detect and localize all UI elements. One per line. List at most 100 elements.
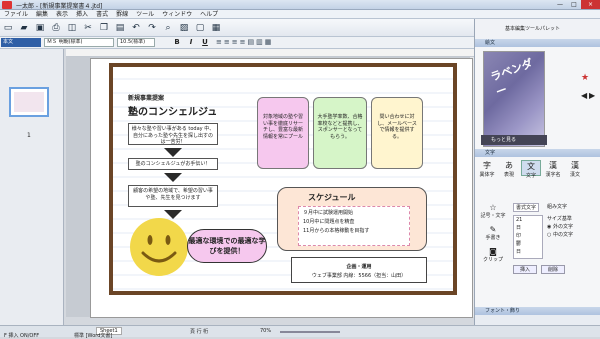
save-icon[interactable]: ▣: [33, 21, 47, 35]
image-section: ラベンダー もっと見る ★ ◀ ▶: [475, 47, 600, 149]
lavender-image-text: ラベンダー: [488, 56, 535, 99]
menu-tools[interactable]: ツール: [132, 10, 158, 19]
document-page[interactable]: 新規事業提案 塾のコンシェルジュ 様々な塾や習い事がある today 中、自分に…: [90, 58, 473, 318]
position-indicator: 頁 行 桁: [190, 329, 209, 335]
table-icon[interactable]: ▦: [209, 21, 223, 35]
smile-message-text: 最適な環境での最適な学びを提供！: [188, 236, 266, 255]
alignment-icons[interactable]: ≡≡≡≡▤▥▦: [216, 38, 316, 47]
copy-icon[interactable]: ❐: [97, 21, 111, 35]
list-item: 鬱: [516, 241, 522, 247]
clip-tool[interactable]: ◙ クリップ: [478, 247, 508, 265]
info-card-sponsor: 大手塾学率数、合格率校などと提携し、スポンサーとなってもらう。: [313, 97, 367, 169]
list-item: 日: [516, 225, 522, 231]
flow-step-2: 塾のコンシェルジュがお手伝い！: [128, 158, 218, 170]
info-card-inquiry-text: 問い合わせに対し、メールベースで情報を提供する。: [377, 114, 417, 140]
text-section-header[interactable]: 文字: [475, 149, 600, 157]
department-label: 企画・運用: [346, 264, 372, 270]
schedule-item: 11月からの本格稼動を目指す: [303, 228, 370, 234]
insert-mode-status: F 挿入 ON/OFF: [4, 333, 40, 339]
next-arrow-icon[interactable]: ▶: [589, 91, 595, 100]
close-button[interactable]: ×: [581, 0, 600, 9]
minimize-button[interactable]: —: [553, 0, 567, 9]
window-title: 一太郎 - [新規事業提案書４.jtd]: [16, 3, 103, 10]
insert-button[interactable]: 挿入: [513, 265, 537, 274]
department-box: 企画・運用 ウェブ事業部 内線：5566（担当：山田）: [291, 257, 427, 283]
inner-char-radio[interactable]: ○ 中の文字: [547, 231, 573, 238]
paste-icon[interactable]: ▤: [113, 21, 127, 35]
frame-icon[interactable]: ▢: [193, 21, 207, 35]
info-card-research: 対象地域の塾や習い事を徹底リサーチし、豊富な最新情報を常にプール: [257, 97, 309, 169]
flow-step-3-text: 顧客の希望の地域で、希望の習い事や塾、先生を見つけます: [133, 188, 213, 201]
delete-button[interactable]: 削除: [541, 265, 565, 274]
menu-edit[interactable]: 編集: [32, 10, 52, 19]
department-detail: ウェブ事業部 内線：5566（担当：山田）: [311, 273, 407, 279]
flow-step-1: 様々な塾や習い事がある today 中、自分にあった塾や先生を探し出すのは一苦労…: [128, 123, 218, 145]
proposal-title: 塾のコンシェルジュ: [128, 107, 218, 118]
menu-format[interactable]: 書式: [92, 10, 112, 19]
size-basis-label: サイズ基準: [547, 216, 572, 222]
menu-file[interactable]: ファイル: [0, 10, 32, 19]
search-icon[interactable]: ⌕: [161, 21, 175, 35]
flow-step-3: 顧客の希望の地域で、希望の習い事や塾、先生を見つけます: [128, 185, 218, 207]
horizontal-ruler: [66, 49, 474, 57]
list-item: 日: [516, 249, 522, 255]
preview-icon[interactable]: ◫: [65, 21, 79, 35]
font-size-select[interactable]: 10.5(標準): [117, 38, 155, 47]
text-tools: 字異体字 あ表現 文文字 漢漢字名 漢漢文: [475, 157, 600, 203]
handwriting-tool[interactable]: ✎ 手書き: [478, 225, 508, 243]
new-document-icon[interactable]: ▭: [1, 21, 15, 35]
star-icon[interactable]: ★: [581, 73, 589, 83]
redo-icon[interactable]: ↷: [145, 21, 159, 35]
text-options: ☆ 記号・文字 ✎ 手書き ◙ クリップ 書式文字 組み文字 サイズ基準 ◉ 外の文字…: [475, 203, 600, 307]
menu-ruled-lines[interactable]: 罫線: [112, 10, 132, 19]
lavender-image[interactable]: ラベンダー: [483, 51, 545, 147]
schedule-box: スケジュール ９月中に試験運用開始 10月中に問題点を精査 11月からの本格稼動…: [277, 187, 427, 251]
style-select[interactable]: 本文: [1, 38, 41, 47]
underline-button[interactable]: U: [200, 38, 210, 47]
standard-toolbar: ▭ ▰ ▣ ⎙ ◫ ✂ ❐ ▤ ↶ ↷ ⌕ ▨ ▢ ▦: [0, 19, 474, 37]
zoom-slider[interactable]: [280, 331, 340, 333]
bold-button[interactable]: B: [172, 38, 182, 47]
smile-message-bubble: 最適な環境での最適な学びを提供！: [187, 229, 267, 263]
schedule-list: ９月中に試験運用開始 10月中に問題点を精査 11月からの本格稼動を目指す: [298, 206, 410, 246]
tab-combined-char[interactable]: 組み文字: [545, 203, 569, 210]
menu-help[interactable]: ヘルプ: [196, 10, 222, 19]
prev-arrow-icon[interactable]: ◀: [581, 91, 587, 100]
info-card-inquiry: 問い合わせに対し、メールベースで情報を提供する。: [371, 97, 423, 169]
symbol-tool[interactable]: ☆ 記号・文字: [478, 203, 508, 221]
document-type-status: 標準 [Word文書]: [74, 333, 113, 339]
outer-char-radio[interactable]: ◉ 外の文字: [547, 223, 573, 230]
open-folder-icon[interactable]: ▰: [17, 21, 31, 35]
undo-icon[interactable]: ↶: [129, 21, 143, 35]
char-tool[interactable]: 文文字: [521, 160, 541, 179]
menu-view[interactable]: 表示: [52, 10, 72, 19]
flow-arrow-1: [164, 148, 182, 157]
smile-face-icon: [130, 218, 188, 276]
more-button[interactable]: もっと見る: [481, 135, 547, 145]
font-section-header[interactable]: フォント・飾り: [475, 307, 600, 315]
zoom-level[interactable]: 70%: [260, 328, 271, 334]
title-bar: 一太郎 - [新規事業提案書４.jtd] — □ ×: [0, 0, 600, 10]
print-icon[interactable]: ⎙: [49, 21, 63, 35]
maximize-button[interactable]: □: [567, 0, 581, 9]
image-icon[interactable]: ▨: [177, 21, 191, 35]
page-thumbnail[interactable]: [9, 87, 49, 117]
schedule-title: スケジュール: [308, 192, 356, 202]
app-icon: [2, 1, 12, 9]
font-select[interactable]: ＭＳ 明朝(標準): [44, 38, 114, 47]
tab-format-char[interactable]: 書式文字: [513, 203, 540, 212]
kanbun-tool[interactable]: 漢漢文: [565, 160, 585, 178]
cut-icon[interactable]: ✂: [81, 21, 95, 35]
image-section-header[interactable]: 絵文: [475, 39, 600, 47]
char-list[interactable]: 21 日印鬱日: [513, 215, 543, 259]
tool-palette: 基本編集ツールパレット 絵文 ラベンダー もっと見る ★ ◀ ▶ 文字 字異体字…: [474, 19, 600, 325]
info-card-sponsor-text: 大手塾学率数、合格率校などと提携し、スポンサーとなってもらう。: [317, 114, 363, 140]
status-bar: Sheet1 頁 行 桁 70% F 挿入 ON/OFF 標準 [Word文書]: [0, 325, 600, 339]
flow-step-1-text: 様々な塾や習い事がある today 中、自分にあった塾や先生を探し出すのは一苦労…: [131, 126, 215, 145]
italic-button[interactable]: I: [186, 38, 196, 47]
expression-tool[interactable]: あ表現: [499, 160, 519, 178]
menu-insert[interactable]: 挿入: [72, 10, 92, 19]
kanji-name-tool[interactable]: 漢漢字名: [543, 160, 563, 178]
variant-char-tool[interactable]: 字異体字: [477, 160, 497, 178]
menu-window[interactable]: ウィンドウ: [158, 10, 196, 19]
